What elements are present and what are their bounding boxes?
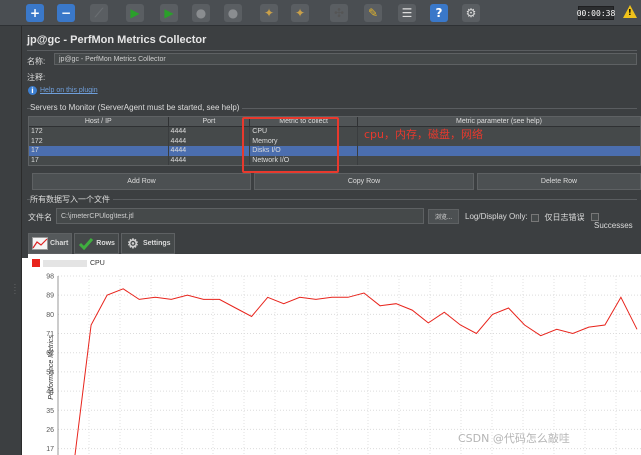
checkmark-icon <box>78 237 94 251</box>
add-row-button[interactable]: Add Row <box>32 173 251 190</box>
plus-icon[interactable]: + <box>26 4 44 22</box>
result-tabs: Chart Rows ⚙ Settings <box>28 233 175 254</box>
filename-field[interactable]: C:\jmeterCPUlog\test.jtl <box>56 208 424 224</box>
tree-panel-edge: · · · · <box>0 26 22 455</box>
metrics-chart: CPU Performance Metrics 17 26 35 44 53 62 71 80… <box>28 254 641 455</box>
errors-only-label: 仅日志错误 <box>544 213 585 222</box>
name-field[interactable]: jp@gc - PerfMon Metrics Collector <box>54 53 637 65</box>
name-label: 名称: <box>27 57 46 66</box>
copy-row-button[interactable]: Copy Row <box>254 173 474 190</box>
reset-search-icon[interactable]: ✎ <box>364 4 382 22</box>
successes-checkbox[interactable] <box>591 212 599 221</box>
chart-icon <box>32 237 48 251</box>
cell-port[interactable]: 4444 <box>169 136 251 146</box>
metric-highlight-box <box>242 117 339 173</box>
warning-icon[interactable]: ! <box>623 5 637 18</box>
cell-host[interactable]: 172 <box>29 136 169 146</box>
stop-icon[interactable]: ● <box>192 4 210 22</box>
y-tick-label: 26 <box>46 427 54 434</box>
tab-settings-label: Settings <box>142 240 171 247</box>
tab-rows[interactable]: Rows <box>74 233 119 254</box>
cell-host[interactable]: 17 <box>29 146 169 156</box>
cell-host[interactable]: 172 <box>29 127 169 137</box>
errors-only-checkbox-wrap[interactable]: 仅日志错误 <box>531 212 585 223</box>
file-group-border <box>27 199 637 200</box>
y-tick-label: 35 <box>46 408 54 415</box>
column-parameter[interactable]: Metric parameter (see help) <box>358 117 640 126</box>
elapsed-timer: 00:00:38 <box>577 6 615 20</box>
cell-host[interactable]: 17 <box>29 155 169 165</box>
clear-all-icon[interactable]: ✦ <box>291 4 309 22</box>
cell-parameter[interactable] <box>358 156 640 166</box>
delete-row-button[interactable]: Delete Row <box>477 173 641 190</box>
title-divider <box>27 50 637 51</box>
help-icon[interactable]: ? <box>430 4 448 22</box>
metric-annotation: cpu，内存，磁盘，网络 <box>364 128 484 141</box>
function-helper-icon[interactable]: ☰ <box>398 4 416 22</box>
cell-port[interactable]: 4444 <box>169 155 251 165</box>
help-row: i Help on this plugin <box>28 86 98 95</box>
shutdown-icon[interactable]: ● <box>224 4 242 22</box>
y-tick-label: 53 <box>46 369 54 376</box>
tab-rows-label: Rows <box>96 240 115 247</box>
settings-icon[interactable]: ⚙ <box>462 4 480 22</box>
successes-label: Successes <box>594 221 633 230</box>
y-tick-label: 71 <box>46 331 54 338</box>
y-tick-label: 98 <box>46 274 54 281</box>
minus-icon[interactable]: − <box>57 4 75 22</box>
filename-label: 文件名 <box>28 213 52 222</box>
play-no-pause-icon[interactable]: ▶ <box>160 4 178 22</box>
gear-icon: ⚙ <box>127 235 139 251</box>
comment-label: 注释: <box>27 73 46 82</box>
info-icon: i <box>28 86 37 95</box>
log-display-label: Log/Display Only: <box>465 212 528 221</box>
comment-field[interactable] <box>54 69 637 81</box>
y-tick-label: 80 <box>46 312 54 319</box>
main-toolbar: + − ⟋ ▶ ▶ ● ● ✦ ✦ ✣ ✎ ☰? ⚙ 00:00:38 ! <box>0 0 641 26</box>
page-title: jp@gc - PerfMon Metrics Collector <box>27 34 207 46</box>
splitter-handle[interactable]: · · · · <box>14 283 16 298</box>
toggle-icon[interactable]: ⟋ <box>90 4 108 22</box>
browse-button[interactable]: 浏览... <box>428 209 459 224</box>
play-icon[interactable]: ▶ <box>126 4 144 22</box>
tab-chart[interactable]: Chart <box>28 233 73 254</box>
cell-port[interactable]: 4444 <box>169 146 251 156</box>
cell-port[interactable]: 4444 <box>169 127 251 137</box>
tab-chart-label: Chart <box>50 240 69 247</box>
column-host[interactable]: Host / IP <box>29 117 169 126</box>
warning-mark: ! <box>628 8 632 17</box>
tab-settings[interactable]: ⚙ Settings <box>120 233 175 254</box>
clear-icon[interactable]: ✦ <box>260 4 278 22</box>
errors-only-checkbox[interactable] <box>531 213 539 222</box>
servers-group-label: Servers to Monitor (ServerAgent must be … <box>30 103 243 112</box>
column-port[interactable]: Port <box>169 117 251 126</box>
y-tick-label: 44 <box>46 389 54 396</box>
y-tick-label: 62 <box>46 350 54 357</box>
cell-parameter[interactable] <box>358 146 640 156</box>
y-tick-label: 89 <box>46 293 54 300</box>
chart-plot: 17 26 35 44 53 62 71 80 89 98 <box>46 274 641 455</box>
y-tick-label: 17 <box>46 446 54 453</box>
help-link[interactable]: Help on this plugin <box>40 87 98 94</box>
search-icon[interactable]: ✣ <box>330 4 348 22</box>
successes-checkbox-wrap[interactable]: Successes <box>591 212 641 230</box>
watermark: CSDN @代码怎么敲哇 <box>458 432 570 445</box>
file-group-label: 所有数据写入一个文件 <box>30 194 113 205</box>
